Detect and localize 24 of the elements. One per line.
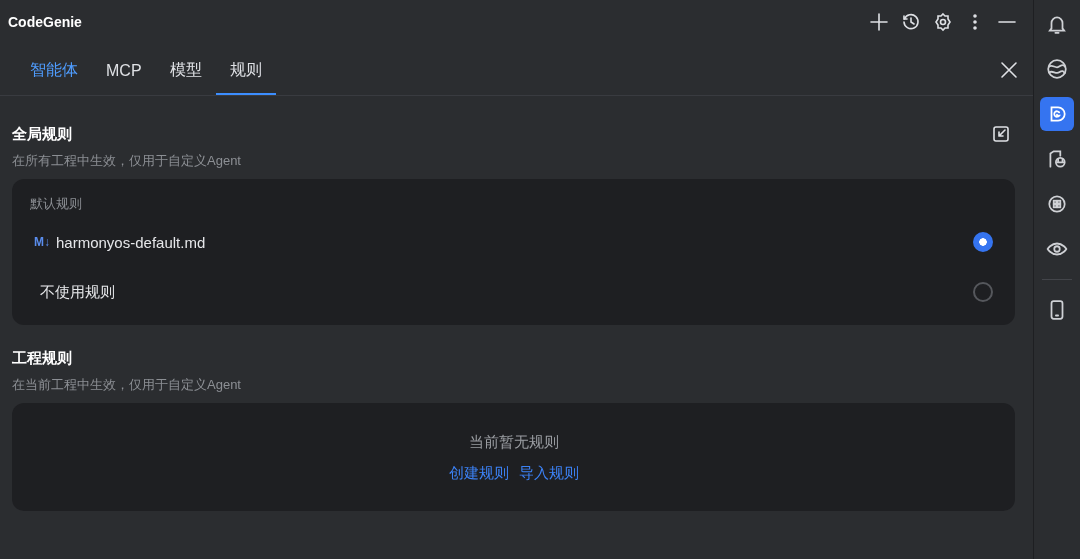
letter-g-icon[interactable] — [1040, 97, 1074, 131]
section-description: 在所有工程中生效，仅用于自定义Agent — [12, 152, 242, 170]
radio-button[interactable] — [973, 232, 993, 252]
section-heading: 工程规则 — [12, 349, 72, 368]
empty-message: 当前暂无规则 — [468, 433, 559, 452]
markdown-label: M↓ — [34, 235, 50, 249]
group-label: 默认规则 — [30, 195, 83, 213]
section-description: 在当前工程中生效，仅用于自定义Agent — [12, 376, 242, 394]
tab[interactable]: MCP — [92, 44, 156, 95]
app-title: CodeGenie — [8, 14, 82, 30]
history-icon[interactable] — [901, 12, 921, 32]
settings-icon[interactable] — [933, 12, 953, 32]
tab[interactable]: 模型 — [155, 44, 216, 95]
option-label[interactable]: 不使用规则 — [40, 282, 115, 302]
edit-icon[interactable] — [991, 124, 1011, 144]
plus-icon[interactable] — [869, 12, 889, 32]
section-heading: 全局规则 — [12, 124, 72, 144]
radio-button[interactable] — [973, 282, 993, 302]
tab[interactable]: 规则 — [215, 44, 276, 95]
link[interactable]: 导入规则 — [518, 464, 579, 483]
tab[interactable]: 智能体 — [16, 44, 92, 95]
link[interactable]: 创建规则 — [448, 464, 509, 483]
rule-file-name[interactable]: harmonyos-default.md — [56, 233, 206, 251]
close-icon[interactable] — [999, 59, 1019, 80]
